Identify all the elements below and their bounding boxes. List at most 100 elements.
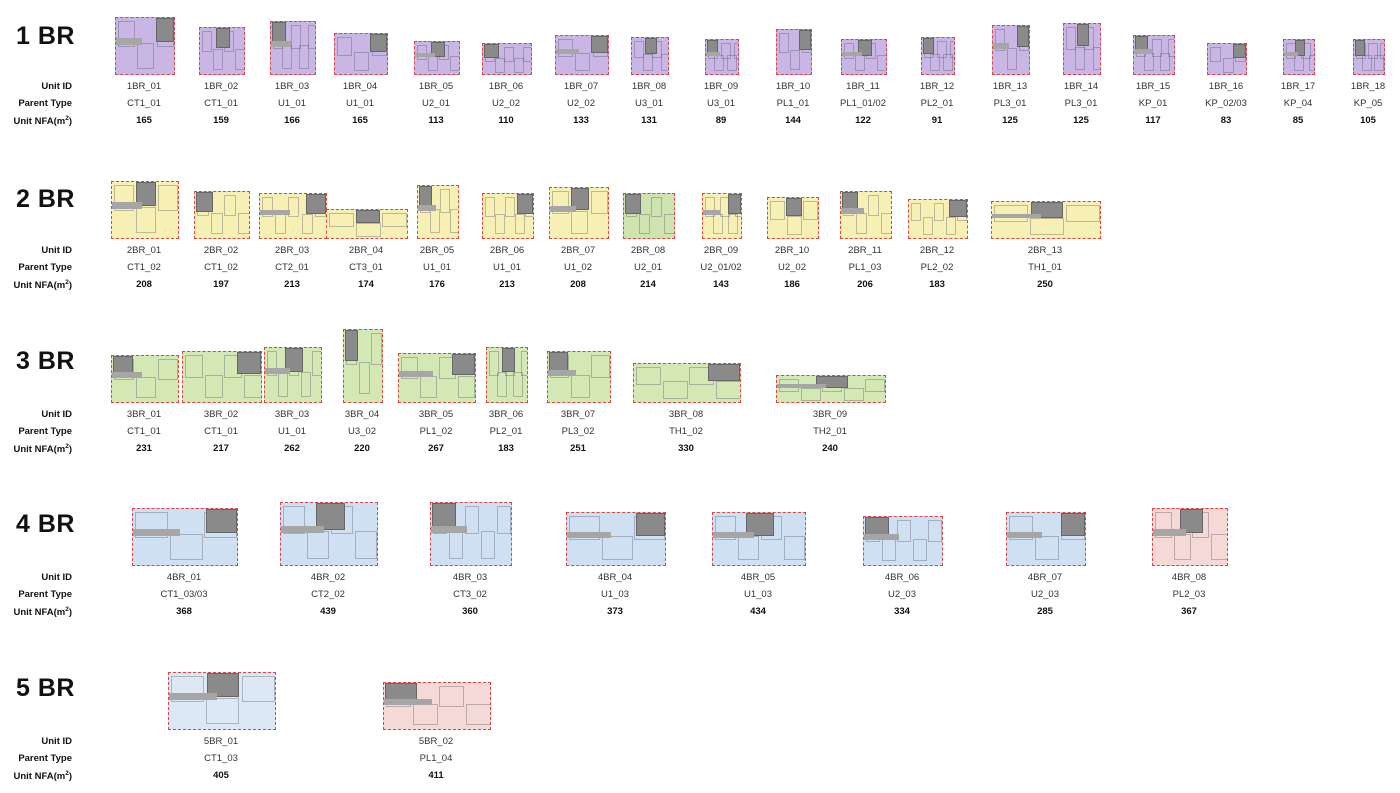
floor-plan-thumbnail — [194, 191, 250, 239]
floor-plan-thumbnail — [991, 201, 1101, 239]
room-outline — [513, 58, 524, 73]
corridor — [703, 210, 720, 215]
unit-id: 2BR_12 — [919, 245, 955, 256]
corridor — [260, 210, 290, 215]
unit-nfa: 373 — [607, 606, 623, 617]
service-core — [156, 18, 174, 42]
service-core — [216, 28, 230, 48]
unit-nfa: 285 — [1037, 606, 1053, 617]
service-core — [1077, 24, 1089, 46]
parent-type: TH1_02 — [669, 426, 703, 437]
room-outline — [928, 520, 942, 542]
corridor — [841, 208, 864, 214]
service-core — [356, 210, 380, 223]
room-outline — [844, 43, 854, 59]
room-outline — [210, 213, 223, 234]
unit-id: 4BR_03 — [452, 572, 488, 583]
room-outline — [661, 54, 668, 71]
room-outline — [868, 195, 879, 216]
unit-id: 4BR_04 — [597, 572, 633, 583]
floor-plan-thumbnail — [1353, 39, 1385, 75]
corridor — [1284, 52, 1298, 56]
floor-plan-thumbnail — [992, 25, 1030, 75]
section-title: 1 BR — [16, 22, 75, 50]
unit-id: 4BR_08 — [1171, 572, 1207, 583]
floor-plan-thumbnail — [1063, 23, 1101, 75]
room-outline — [1093, 47, 1100, 70]
service-core — [636, 513, 665, 536]
corridor — [399, 371, 433, 377]
room-outline — [1007, 48, 1017, 70]
nfa-unit-superscript: 2 — [65, 606, 69, 613]
room-outline — [301, 214, 313, 234]
service-core — [799, 30, 811, 50]
unit-id-label: Unit ID — [41, 572, 72, 583]
section-title: 2 BR — [16, 185, 75, 213]
room-outline — [715, 381, 740, 399]
room-outline — [1210, 47, 1221, 62]
service-core — [484, 44, 499, 58]
corridor — [431, 526, 467, 533]
floor-plan-thumbnail — [398, 353, 476, 403]
room-outline — [590, 191, 608, 214]
unit-nfa-label: Unit NFA(m2) — [13, 115, 72, 128]
room-outline — [494, 58, 505, 73]
room-outline — [202, 31, 212, 52]
room-outline — [912, 539, 927, 561]
corridor — [281, 526, 324, 533]
floor-plan-thumbnail — [264, 347, 322, 403]
room-outline — [591, 355, 610, 378]
floor-plan-thumbnail — [705, 39, 739, 75]
room-outline — [465, 704, 490, 725]
corridor — [169, 693, 217, 700]
parent-type-label: Parent Type — [18, 98, 72, 109]
room-outline — [275, 214, 287, 234]
room-outline — [213, 49, 223, 70]
room-outline — [601, 536, 633, 560]
unit-nfa: 105 — [1360, 115, 1376, 126]
parent-type: PL1_04 — [419, 753, 453, 764]
room-outline — [450, 56, 459, 71]
unit-nfa-label: Unit NFA(m2) — [13, 279, 72, 292]
floor-plan-thumbnail — [767, 197, 819, 239]
room-outline — [355, 531, 377, 559]
room-outline — [855, 55, 865, 71]
unit-id: 1BR_18 — [1350, 81, 1386, 92]
floor-plan-thumbnail — [623, 193, 675, 239]
service-core — [196, 192, 213, 212]
room-outline — [733, 43, 738, 59]
service-core — [1017, 26, 1029, 47]
room-outline — [307, 531, 329, 559]
parent-type: U1_03 — [744, 589, 772, 600]
service-core — [645, 38, 657, 54]
unit-id: 2BR_13 — [1027, 245, 1063, 256]
room-outline — [241, 676, 275, 702]
room-outline — [308, 25, 315, 49]
room-outline — [843, 388, 864, 401]
floor-plan-thumbnail — [280, 502, 378, 566]
room-outline — [571, 211, 589, 234]
floor-plan-thumbnail — [334, 33, 388, 75]
room-outline — [329, 213, 354, 227]
floor-plan-thumbnail — [547, 351, 611, 403]
room-outline — [485, 197, 495, 217]
room-outline — [440, 189, 450, 213]
floor-plan-thumbnail — [1283, 39, 1315, 75]
floor-plan-thumbnail — [631, 37, 669, 75]
unit-nfa-label: Unit NFA(m2) — [13, 770, 72, 783]
unit-nfa: 251 — [570, 443, 586, 454]
floor-plan-thumbnail — [633, 363, 741, 403]
unit-nfa-label: Unit NFA(m2) — [13, 606, 72, 619]
room-outline — [169, 534, 203, 560]
room-outline — [786, 216, 802, 235]
room-outline — [1173, 534, 1191, 560]
room-outline — [1380, 43, 1384, 59]
room-outline — [651, 197, 662, 217]
floor-plan-thumbnail — [840, 191, 892, 239]
floor-plan-thumbnail — [486, 347, 528, 403]
floor-plan-thumbnail — [343, 329, 383, 403]
unit-nfa: 411 — [428, 770, 444, 781]
room-outline — [770, 201, 785, 220]
floor-plan-thumbnail — [182, 351, 262, 403]
room-outline — [1035, 536, 1059, 560]
